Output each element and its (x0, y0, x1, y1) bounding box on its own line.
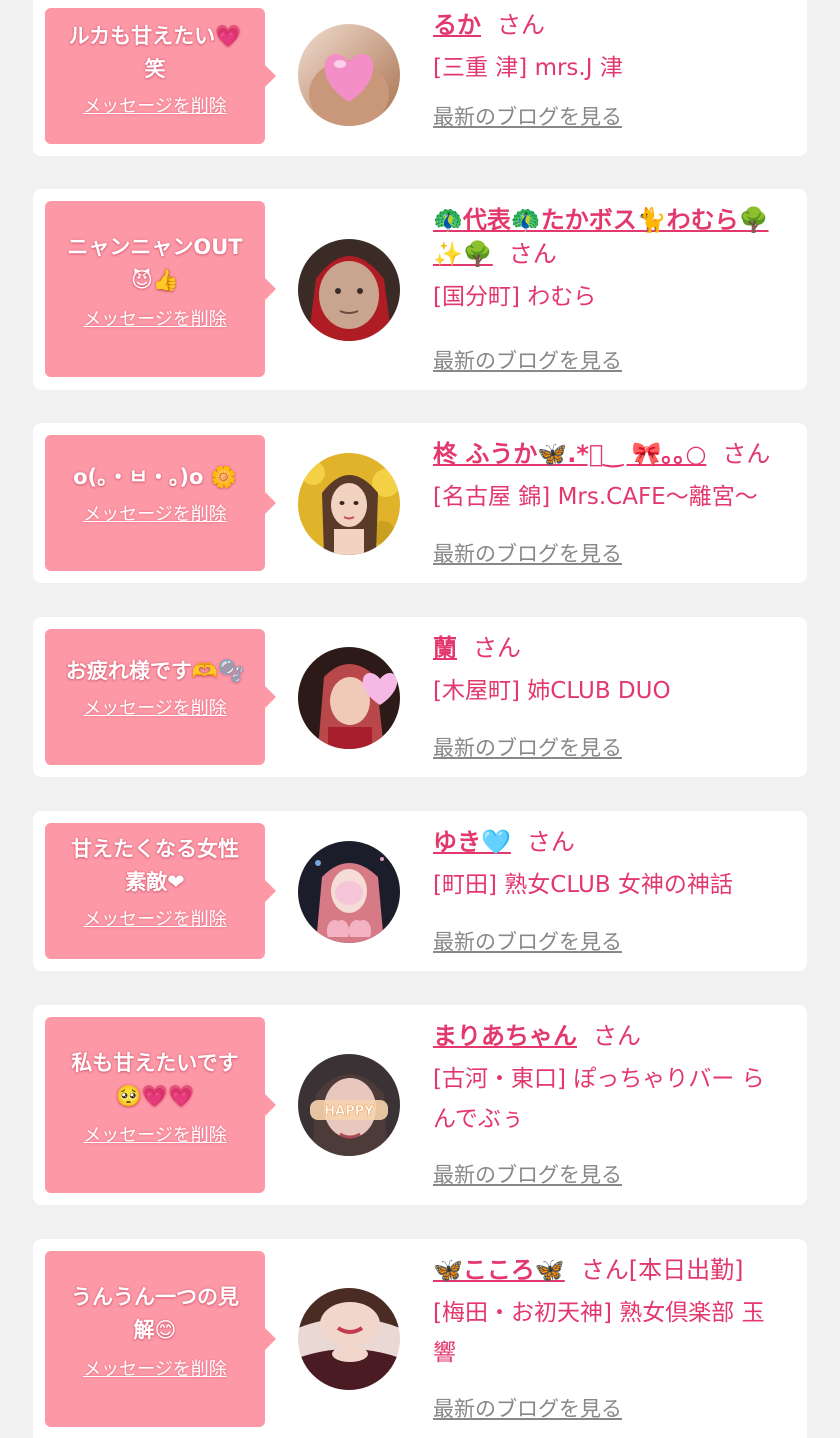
message-text: 私も甘えたいです (71, 1051, 239, 1075)
message-card: o(。・ㅂ・。)o 🌼 メッセージを削除 柊 ふうか🦋.*ﾟ‿ 🎀｡｡○ さん [… (33, 423, 807, 583)
honorific: さん (473, 634, 521, 662)
delete-message-link[interactable]: メッセージを削除 (83, 1355, 227, 1381)
message-card: うんうん一つの見 解😊 メッセージを削除 🦋こころ🦋 さん[本日出勤] [梅田・お… (33, 1239, 807, 1438)
cast-name-link[interactable]: 柊 ふうか🦋.*ﾟ‿ 🎀｡｡○ (433, 440, 706, 468)
cast-name-link[interactable]: ゆき🩵 (433, 828, 511, 856)
latest-blog-link[interactable]: 最新のブログを見る (433, 926, 622, 956)
shop-name: [古河・東口] ぽっちゃりバー ら (433, 1066, 765, 1092)
message-card: 甘えたくなる女性 素敵❤ メッセージを削除 ゆき🩵 さん [町田] 熟女CLUB … (33, 811, 807, 971)
cast-info: 蘭さん [木屋町] 姉CLUB DUO 最新のブログを見る (433, 631, 795, 760)
message-text: 素敵❤ (125, 870, 185, 894)
svg-text:HAPPY: HAPPY (324, 1104, 374, 1119)
honorific: さん (497, 11, 545, 39)
delete-message-link[interactable]: メッセージを削除 (83, 694, 227, 720)
cast-info: るか さん [三重 津] mrs.J 津 最新のブログを見る (433, 8, 795, 129)
shop-name: [名古屋 錦] Mrs.CAFE〜離宮〜 (433, 484, 758, 510)
avatar[interactable] (298, 239, 400, 341)
cast-name-link-cont[interactable]: ✨🌳 (433, 240, 493, 268)
delete-message-link[interactable]: メッセージを削除 (83, 905, 227, 931)
delete-message-link[interactable]: メッセージを削除 (83, 1121, 227, 1147)
shop-name-cont: 響 (433, 1340, 456, 1366)
avatar[interactable] (298, 24, 400, 126)
delete-message-link[interactable]: メッセージを削除 (83, 92, 227, 118)
message-text: 解😊 (133, 1318, 177, 1342)
cast-info: 柊 ふうか🦋.*ﾟ‿ 🎀｡｡○ さん [名古屋 錦] Mrs.CAFE〜離宮〜 最… (433, 437, 795, 566)
shop-name: [三重 津] mrs.J 津 (433, 55, 623, 81)
avatar[interactable] (298, 647, 400, 749)
cast-info: 🦚代表🦚たかボス🐈わむら🌳 ✨🌳 さん [国分町] わむら 最新のブログを見る (433, 203, 795, 373)
message-bubble: ニャンニャンOUT 😈👍 メッセージを削除 (45, 201, 276, 377)
message-card: 私も甘えたいです 🥺💗💗 メッセージを削除 HAPPY まりあちゃん さん [古河… (33, 1005, 807, 1205)
message-text: うんうん一つの見 (71, 1285, 239, 1309)
message-text: お疲れ様です🫶🫧 (65, 659, 245, 683)
honorific: さん (593, 1022, 641, 1050)
avatar[interactable] (298, 1288, 400, 1390)
cast-info: 🦋こころ🦋 さん[本日出勤] [梅田・お初天神] 熟女倶楽部 玉 響 最新のブログ… (433, 1253, 795, 1421)
honorific: さん[本日出勤] (580, 1256, 744, 1284)
message-text: o(。・ㅂ・。)o 🌼 (73, 465, 237, 489)
message-text: ニャンニャンOUT (67, 235, 243, 259)
shop-name: [木屋町] 姉CLUB DUO (433, 678, 671, 704)
shop-name: [国分町] わむら (433, 284, 597, 310)
message-bubble: お疲れ様です🫶🫧 メッセージを削除 (45, 629, 276, 765)
latest-blog-link[interactable]: 最新のブログを見る (433, 732, 622, 762)
message-card: ルカも甘えたい💗 笑 メッセージを削除 るか さん [三重 津] mrs.J 津 … (33, 0, 807, 156)
cast-name-link[interactable]: 蘭 (433, 634, 457, 662)
message-bubble: うんうん一つの見 解😊 メッセージを削除 (45, 1251, 276, 1427)
honorific: さん (526, 828, 575, 856)
avatar[interactable] (298, 453, 400, 555)
avatar[interactable] (298, 841, 400, 943)
shop-name: [梅田・お初天神] 熟女倶楽部 玉 (433, 1300, 765, 1326)
latest-blog-link[interactable]: 最新のブログを見る (433, 345, 622, 375)
latest-blog-link[interactable]: 最新のブログを見る (433, 101, 622, 131)
cast-info: まりあちゃん さん [古河・東口] ぽっちゃりバー ら んでぶぅ 最新のブログを見… (433, 1019, 795, 1187)
cast-name-link[interactable]: まりあちゃん (433, 1022, 577, 1050)
message-bubble: 甘えたくなる女性 素敵❤ メッセージを削除 (45, 823, 276, 959)
message-bubble: ルカも甘えたい💗 笑 メッセージを削除 (45, 8, 276, 144)
honorific: さん (722, 440, 771, 468)
honorific: さん (508, 240, 557, 268)
message-text: 笑 (144, 57, 166, 81)
cast-info: ゆき🩵 さん [町田] 熟女CLUB 女神の神話 最新のブログを見る (433, 825, 795, 954)
message-card: ニャンニャンOUT 😈👍 メッセージを削除 🦚代表🦚たかボス🐈わむら🌳 ✨🌳 さん… (33, 189, 807, 390)
message-text: 甘えたくなる女性 (71, 837, 239, 861)
avatar[interactable]: HAPPY (298, 1054, 400, 1156)
cast-name-link[interactable]: 🦚代表🦚たかボス🐈わむら🌳 (433, 206, 769, 234)
cast-name-link[interactable]: るか (433, 11, 481, 39)
message-bubble: o(。・ㅂ・。)o 🌼 メッセージを削除 (45, 435, 276, 571)
cast-name-link[interactable]: 🦋こころ🦋 (433, 1256, 565, 1284)
message-text: 😈👍 (130, 268, 180, 292)
latest-blog-link[interactable]: 最新のブログを見る (433, 1159, 622, 1189)
delete-message-link[interactable]: メッセージを削除 (83, 305, 227, 331)
shop-name-cont: んでぶぅ (433, 1106, 524, 1132)
message-card: お疲れ様です🫶🫧 メッセージを削除 蘭さん [木屋町] 姉CLUB DUO 最新… (33, 617, 807, 777)
message-text: 🥺💗💗 (115, 1084, 195, 1108)
latest-blog-link[interactable]: 最新のブログを見る (433, 1393, 622, 1423)
message-bubble: 私も甘えたいです 🥺💗💗 メッセージを削除 (45, 1017, 276, 1193)
latest-blog-link[interactable]: 最新のブログを見る (433, 538, 622, 568)
shop-name: [町田] 熟女CLUB 女神の神話 (433, 872, 733, 898)
message-text: ルカも甘えたい💗 (68, 24, 242, 48)
delete-message-link[interactable]: メッセージを削除 (83, 500, 227, 526)
